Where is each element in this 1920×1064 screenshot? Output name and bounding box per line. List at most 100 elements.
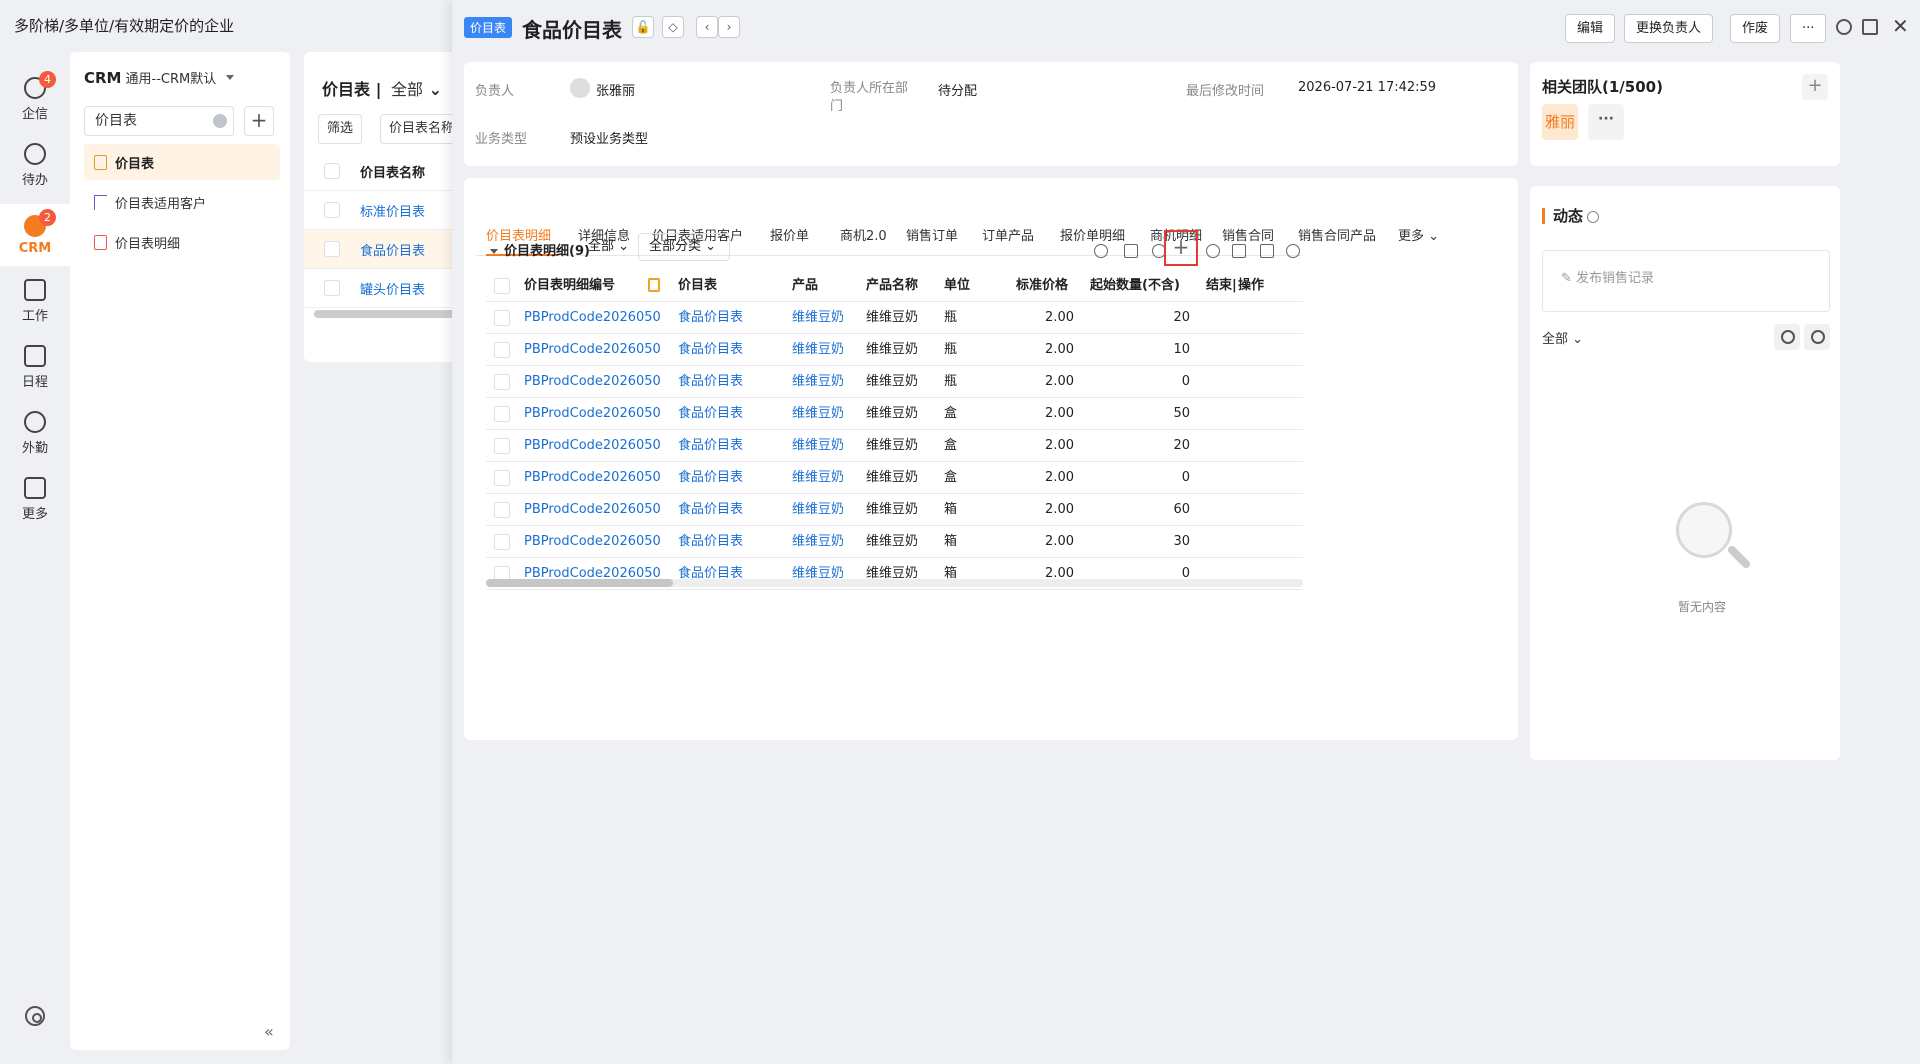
tool-extra-icon[interactable] xyxy=(1286,244,1300,258)
list-scrollbar[interactable] xyxy=(314,310,458,318)
tab-sales-order[interactable]: 销售订单 xyxy=(906,226,958,256)
nav-item-pricebook-detail[interactable]: 价目表明细 xyxy=(84,224,280,260)
cell-pricebook[interactable]: 食品价目表 xyxy=(678,398,778,430)
name-filter-button[interactable]: 价目表名称 xyxy=(380,114,458,144)
tab-quote-detail[interactable]: 报价单明细 xyxy=(1060,226,1125,256)
table-row[interactable]: PBProdCode20260508...食品价目表维维豆奶维维豆奶盒2.000 xyxy=(486,462,1303,494)
rail-item-crm[interactable]: 2 CRM xyxy=(0,204,70,266)
export-icon[interactable] xyxy=(1260,244,1274,258)
collapse-icon[interactable]: « xyxy=(264,1022,274,1041)
team-more-button[interactable]: ··· xyxy=(1588,104,1624,140)
rail-item-more[interactable]: 更多 xyxy=(0,468,70,530)
tab-more[interactable]: 更多 ⌄ xyxy=(1398,226,1439,256)
add-member-button[interactable]: + xyxy=(1802,74,1828,100)
rail-item-messages[interactable]: 4 企信 xyxy=(0,68,70,130)
publish-record-input[interactable]: ✎ 发布销售记录 xyxy=(1542,250,1830,312)
tag-icon[interactable]: ◇ xyxy=(662,16,684,38)
table-row[interactable]: PBProdCode20260508...食品价目表维维豆奶维维豆奶瓶2.001… xyxy=(486,334,1303,366)
col-header[interactable]: 价目表明细编号 xyxy=(524,270,644,302)
row-checkbox[interactable] xyxy=(324,280,340,296)
owner-value[interactable]: 张雅丽 xyxy=(596,80,635,99)
cell-product[interactable]: 维维豆奶 xyxy=(792,366,852,398)
help-icon[interactable] xyxy=(1587,210,1600,223)
change-owner-button[interactable]: 更换负责人 xyxy=(1624,14,1714,43)
scrollbar-thumb[interactable] xyxy=(486,579,673,587)
cell-pricebook[interactable]: 食品价目表 xyxy=(678,302,778,334)
refresh-icon[interactable] xyxy=(1836,19,1852,35)
col-header[interactable]: 价目表 xyxy=(678,270,778,302)
table-row[interactable]: PBProdCode20260508...食品价目表维维豆奶维维豆奶箱2.003… xyxy=(486,526,1303,558)
col-header[interactable]: 产品 xyxy=(792,270,852,302)
list-item-link[interactable]: 标准价目表 xyxy=(360,201,425,220)
table-row[interactable]: PBProdCode20260508...食品价目表维维豆奶维维豆奶瓶2.002… xyxy=(486,302,1303,334)
select-all-checkbox[interactable] xyxy=(324,163,340,179)
row-checkbox[interactable] xyxy=(494,502,510,518)
cell-product[interactable]: 维维豆奶 xyxy=(792,430,852,462)
row-checkbox[interactable] xyxy=(494,438,510,454)
cell-product[interactable]: 维维豆奶 xyxy=(792,462,852,494)
nav-title[interactable]: CRM 通用--CRM默认 xyxy=(84,68,235,87)
cell-pricebook[interactable]: 食品价目表 xyxy=(678,334,778,366)
row-checkbox[interactable] xyxy=(494,470,510,486)
expand-icon[interactable] xyxy=(1232,244,1246,258)
cell-product[interactable]: 维维豆奶 xyxy=(792,334,852,366)
cell-pricebook[interactable]: 食品价目表 xyxy=(678,366,778,398)
list-item[interactable]: 罐头价目表 xyxy=(304,269,458,308)
prev-record-button[interactable]: ‹ xyxy=(696,16,718,38)
cell-pricebook[interactable]: 食品价目表 xyxy=(678,462,778,494)
scope-select[interactable]: 全部 ⌄ xyxy=(588,234,629,262)
edit-button[interactable]: 编辑 xyxy=(1565,14,1616,43)
col-header[interactable]: 结束| xyxy=(1206,270,1236,302)
tab-quote[interactable]: 报价单 xyxy=(770,226,809,256)
list-item-link[interactable]: 罐头价目表 xyxy=(360,279,425,298)
list-scope-select[interactable]: 全部 xyxy=(391,80,423,99)
refresh-icon[interactable] xyxy=(1206,244,1220,258)
add-row-button[interactable]: + xyxy=(1164,230,1198,266)
search-icon[interactable] xyxy=(1804,324,1830,350)
tab-opportunity[interactable]: 商机2.0 xyxy=(840,226,887,256)
rail-item-work[interactable]: 工作 xyxy=(0,270,70,332)
clear-icon[interactable] xyxy=(213,114,227,128)
settings-gear-icon[interactable] xyxy=(25,1006,45,1026)
list-item[interactable]: 标准价目表 xyxy=(304,191,458,230)
row-checkbox[interactable] xyxy=(324,241,340,257)
nav-item-pricebook[interactable]: 价目表 xyxy=(84,144,280,180)
select-all-checkbox[interactable] xyxy=(494,278,510,294)
cell-pricebook[interactable]: 食品价目表 xyxy=(678,526,778,558)
cell-product[interactable]: 维维豆奶 xyxy=(792,302,852,334)
cell-product[interactable]: 维维豆奶 xyxy=(792,494,852,526)
table-row[interactable]: PBProdCode20260508...食品价目表维维豆奶维维豆奶盒2.005… xyxy=(486,398,1303,430)
close-icon[interactable]: ✕ xyxy=(1892,14,1909,38)
table-row[interactable]: PBProdCode20260508...食品价目表维维豆奶维维豆奶瓶2.000 xyxy=(486,366,1303,398)
fullscreen-icon[interactable] xyxy=(1862,19,1878,35)
cell-product[interactable]: 维维豆奶 xyxy=(792,398,852,430)
cell-product[interactable]: 维维豆奶 xyxy=(792,526,852,558)
lock-icon[interactable]: 🔓 xyxy=(632,16,654,38)
tab-contract-product[interactable]: 销售合同产品 xyxy=(1298,226,1376,256)
filter-icon[interactable] xyxy=(1124,244,1138,258)
table-scrollbar[interactable] xyxy=(486,579,1303,587)
more-actions-button[interactable]: ··· xyxy=(1790,14,1827,43)
filter-icon[interactable] xyxy=(1774,324,1800,350)
sublist-title[interactable]: 价目表明细(9) xyxy=(490,240,590,259)
cell-code[interactable]: PBProdCode20260508... xyxy=(524,302,660,334)
cell-code[interactable]: PBProdCode20260508... xyxy=(524,398,660,430)
list-item-link[interactable]: 食品价目表 xyxy=(360,240,425,259)
nav-item-pricebook-customer[interactable]: 价目表适用客户 xyxy=(84,184,280,220)
cell-code[interactable]: PBProdCode20260508... xyxy=(524,494,660,526)
filter-button[interactable]: 筛选 xyxy=(318,114,363,144)
col-header[interactable]: 产品名称 xyxy=(866,270,936,302)
row-checkbox[interactable] xyxy=(494,374,510,390)
row-checkbox[interactable] xyxy=(324,202,340,218)
row-checkbox[interactable] xyxy=(494,310,510,326)
rail-item-todo[interactable]: 待办 xyxy=(0,134,70,196)
tab-order-product[interactable]: 订单产品 xyxy=(982,226,1034,256)
row-checkbox[interactable] xyxy=(494,342,510,358)
rail-item-field[interactable]: 外勤 xyxy=(0,402,70,464)
search-icon[interactable] xyxy=(1094,244,1108,258)
team-member-avatar[interactable]: 雅丽 xyxy=(1542,104,1578,140)
row-checkbox[interactable] xyxy=(494,534,510,550)
list-item[interactable]: 食品价目表 xyxy=(304,230,458,269)
rail-item-calendar[interactable]: 日程 xyxy=(0,336,70,398)
row-checkbox[interactable] xyxy=(494,406,510,422)
